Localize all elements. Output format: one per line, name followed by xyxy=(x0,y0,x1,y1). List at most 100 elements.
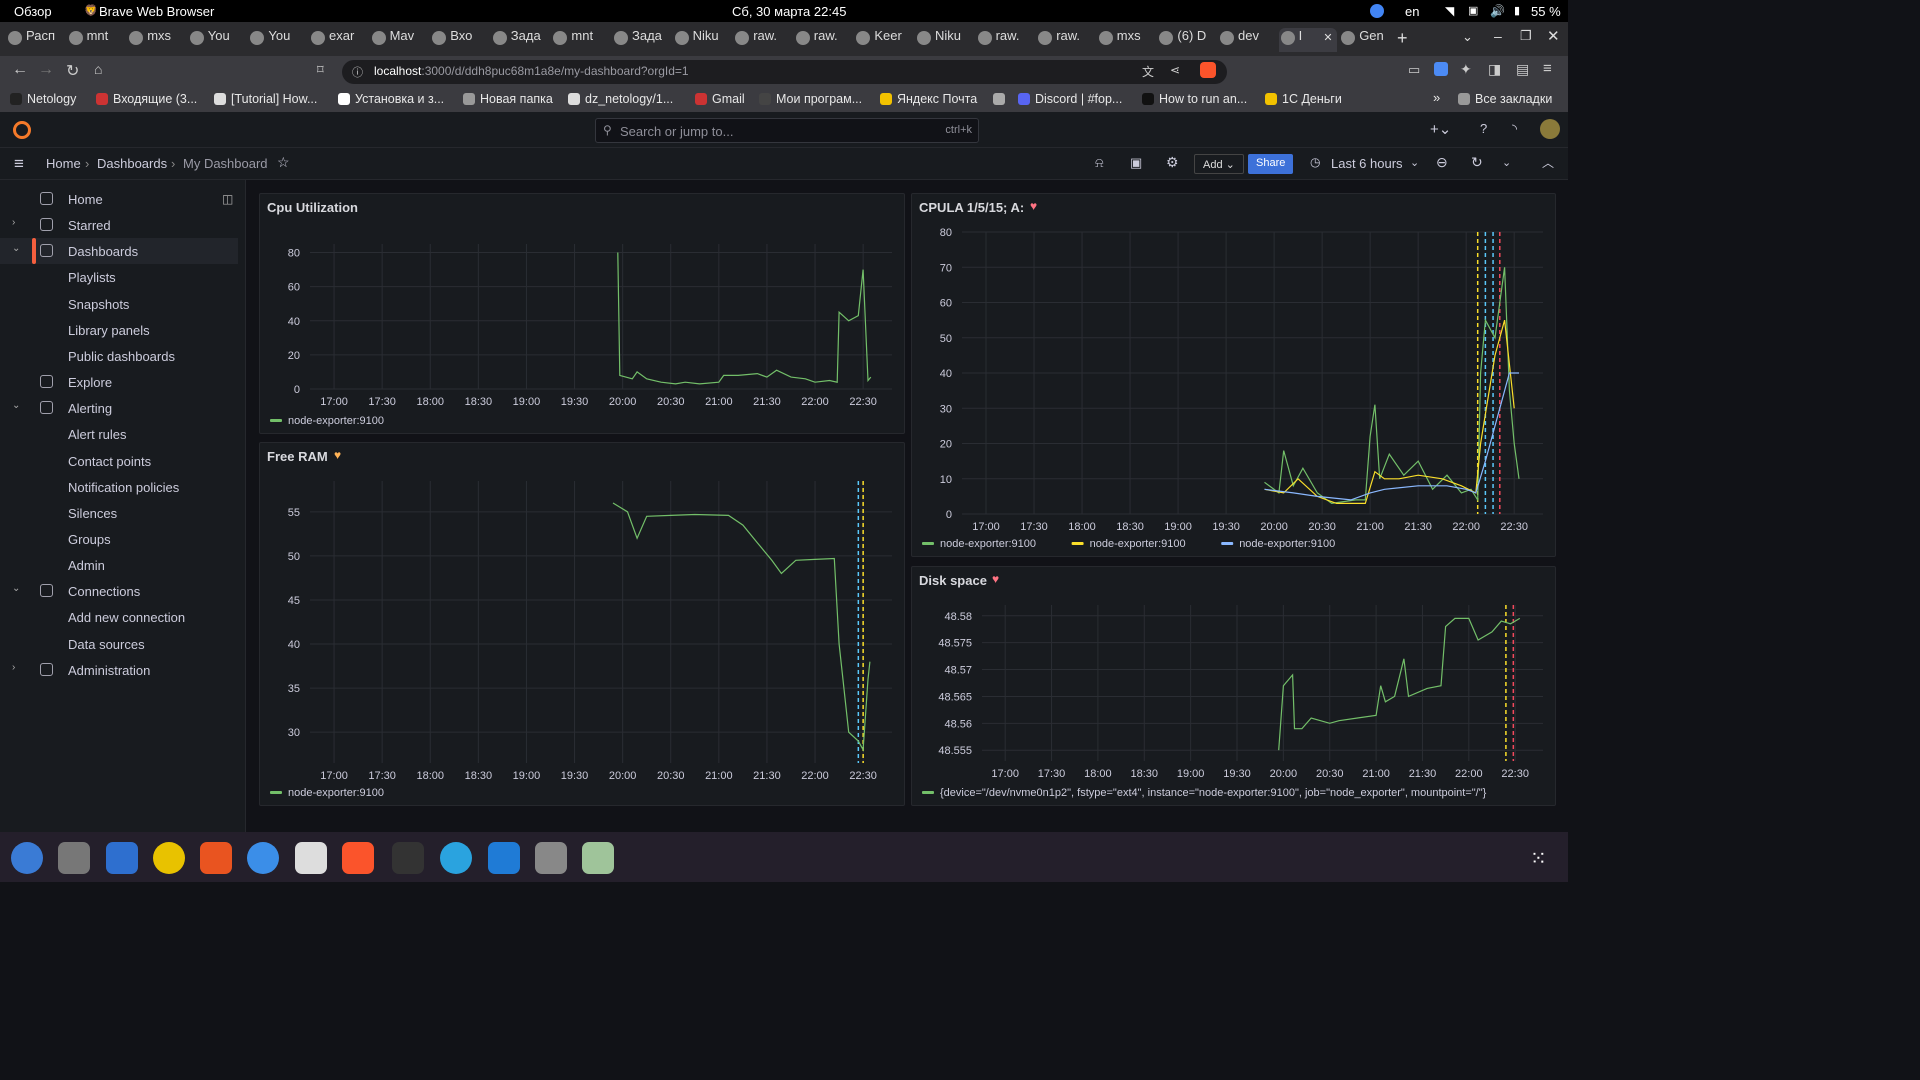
sidebar-item-alerting[interactable]: ⌄ Alerting xyxy=(0,395,238,421)
chevron-down-icon[interactable]: ⌄ xyxy=(12,400,20,411)
browser-tab[interactable]: exar xyxy=(309,28,367,52)
more-bookmarks-icon[interactable]: » xyxy=(1433,90,1440,105)
maximize-window-icon[interactable]: ❐ xyxy=(1520,28,1532,44)
site-info-icon[interactable]: ⓘ xyxy=(352,64,363,80)
sidebar-item-public-dashboards[interactable]: Public dashboards xyxy=(0,343,238,369)
grafana-logo-icon[interactable] xyxy=(13,121,31,139)
vpn-icon[interactable]: ▣ xyxy=(1468,4,1478,17)
bookmark-item[interactable]: Установка и з... xyxy=(338,92,444,106)
close-window-icon[interactable]: ✕ xyxy=(1547,27,1560,45)
share-page-icon[interactable]: ⋖ xyxy=(1170,63,1180,77)
browser-tab[interactable]: You xyxy=(248,28,306,52)
ssd-drive-icon[interactable] xyxy=(535,842,567,874)
browser-tab[interactable]: Зада xyxy=(491,28,549,52)
sidebar-item-starred[interactable]: › Starred xyxy=(0,212,238,238)
vscode-icon[interactable] xyxy=(488,842,520,874)
browser-tab[interactable]: Расп xyxy=(6,28,64,52)
keyboard-layout[interactable]: en xyxy=(1405,4,1419,19)
panel-cpu-utilization[interactable]: Cpu Utilization 17:00 17:30 18:00 18:30 19:00… xyxy=(259,193,905,434)
browser-tab[interactable]: I ✕ xyxy=(1278,28,1337,52)
legend-label[interactable]: node-exporter:9100 xyxy=(288,415,384,427)
all-bookmarks-folder[interactable]: Все закладки xyxy=(1458,92,1552,106)
legend-label[interactable]: node-exporter:9100 xyxy=(1239,538,1335,550)
chevron-right-icon[interactable]: › xyxy=(12,662,15,673)
sidebar-item-playlists[interactable]: Playlists xyxy=(0,264,238,290)
bookmark-item[interactable] xyxy=(993,92,1010,106)
rhythmbox-icon[interactable] xyxy=(153,842,185,874)
help-app-icon[interactable] xyxy=(247,842,279,874)
extensions-icon[interactable]: ✦ xyxy=(1460,61,1472,78)
share-button[interactable]: Share xyxy=(1248,154,1294,174)
bookmark-item[interactable]: [Tutorial] How... xyxy=(214,92,317,106)
time-range-chevron-icon[interactable]: ⌄ xyxy=(1410,156,1419,169)
thunderbird-icon[interactable] xyxy=(11,842,43,874)
sidebar-item-contact-points[interactable]: Contact points xyxy=(0,448,238,474)
text-editor-icon[interactable] xyxy=(295,842,327,874)
series-line[interactable] xyxy=(1264,319,1515,504)
legend-label[interactable]: node-exporter:9100 xyxy=(1090,538,1186,550)
browser-tab[interactable]: mxs xyxy=(1097,28,1155,52)
bookmark-icon[interactable]: ⌑ xyxy=(317,62,324,78)
battery-icon[interactable]: ▮ xyxy=(1514,4,1520,17)
sidebar-item-silences[interactable]: Silences xyxy=(0,500,238,526)
time-range-picker[interactable]: Last 6 hours xyxy=(1331,156,1403,171)
browser-tab[interactable]: raw. xyxy=(976,28,1034,52)
url-field[interactable]: ⓘ localhost:3000/d/ddh8puc68m1a8e/my-das… xyxy=(342,60,1227,84)
bookmark-item[interactable]: 1С Деньги xyxy=(1265,92,1342,106)
reload-icon[interactable]: ↻ xyxy=(66,61,79,81)
translate-extension-icon[interactable] xyxy=(1434,62,1448,76)
sidebar-item-dashboards[interactable]: ⌄ Dashboards xyxy=(0,238,238,265)
new-tab-icon[interactable]: + xyxy=(1397,28,1408,49)
telegram-icon[interactable] xyxy=(440,842,472,874)
browser-tab[interactable]: Niku xyxy=(915,28,973,52)
star-icon[interactable]: ☆ xyxy=(277,154,290,171)
document-viewer-icon[interactable] xyxy=(106,842,138,874)
bookmark-item[interactable]: How to run an... xyxy=(1142,92,1247,106)
files-icon[interactable] xyxy=(58,842,90,874)
tab-search-chevron-icon[interactable]: ⌄ xyxy=(1462,29,1473,45)
app-center-icon[interactable] xyxy=(200,842,232,874)
browser-tab[interactable]: (6) D xyxy=(1157,28,1215,52)
bookmark-item[interactable]: Discord | #fop... xyxy=(1018,92,1122,106)
show-apps-grid-icon[interactable]: ⁙ xyxy=(1530,846,1547,871)
sidebar-item-library-panels[interactable]: Library panels xyxy=(0,317,238,343)
sidebar-item-connections[interactable]: ⌄ Connections xyxy=(0,578,238,604)
forward-icon[interactable]: → xyxy=(38,61,54,79)
help-icon[interactable]: ? xyxy=(1480,121,1487,136)
clock[interactable]: Сб, 30 марта 22:45 xyxy=(732,4,846,19)
zoom-out-icon[interactable]: ⊖ xyxy=(1436,154,1448,171)
activities-button[interactable]: Обзор xyxy=(14,4,52,19)
bookmark-item[interactable]: Яндекс Почта xyxy=(880,92,977,106)
series-line[interactable] xyxy=(612,502,871,752)
alert-bell-icon[interactable]: ⍾ xyxy=(1095,155,1104,171)
browser-tab[interactable]: Gen xyxy=(1339,28,1397,52)
volume-icon[interactable]: 🔊 xyxy=(1490,4,1505,18)
breadcrumb-home[interactable]: Home xyxy=(46,156,81,171)
chevron-down-icon[interactable]: ⌄ xyxy=(12,243,20,254)
new-plus-icon[interactable]: +⌄ xyxy=(1430,120,1451,138)
browser-tab[interactable]: Вхо xyxy=(430,28,488,52)
series-line[interactable] xyxy=(1278,617,1521,751)
menu-icon[interactable]: ≡ xyxy=(1543,60,1552,77)
browser-tab[interactable]: dev xyxy=(1218,28,1276,52)
chevron-right-icon[interactable]: › xyxy=(12,217,15,228)
browser-tab[interactable]: You xyxy=(188,28,246,52)
browser-tab[interactable]: mnt xyxy=(551,28,609,52)
panel-cpula[interactable]: CPULA 1/5/15; A: ♥ 17:00 17:30 18:00 18:30 19:… xyxy=(911,193,1556,557)
series-line[interactable] xyxy=(617,252,872,385)
back-icon[interactable]: ← xyxy=(12,61,28,79)
browser-tab[interactable]: mxs xyxy=(127,28,185,52)
bookmark-item[interactable]: Мои програм... xyxy=(759,92,862,106)
legend-label[interactable]: node-exporter:9100 xyxy=(288,787,384,799)
save-icon[interactable]: ▣ xyxy=(1130,155,1142,171)
brave-browser-icon[interactable] xyxy=(342,842,374,874)
collapse-chevron-up-icon[interactable]: ︿ xyxy=(1542,154,1554,171)
sidebar-item-explore[interactable]: Explore xyxy=(0,369,238,395)
sidebar-item-notification-policies[interactable]: Notification policies xyxy=(0,474,238,500)
sidebar-item-add-new-connection[interactable]: Add new connection xyxy=(0,604,238,630)
panel-disk-space[interactable]: Disk space ♥ 17:00 17:30 18:00 18:30 19:00 19:3… xyxy=(911,566,1556,806)
browser-tab[interactable]: mnt xyxy=(67,28,125,52)
bookmark-item[interactable]: Входящие (3... xyxy=(96,92,197,106)
translate-icon[interactable]: 文 xyxy=(1142,63,1154,80)
brave-shields-icon[interactable] xyxy=(1200,62,1216,78)
